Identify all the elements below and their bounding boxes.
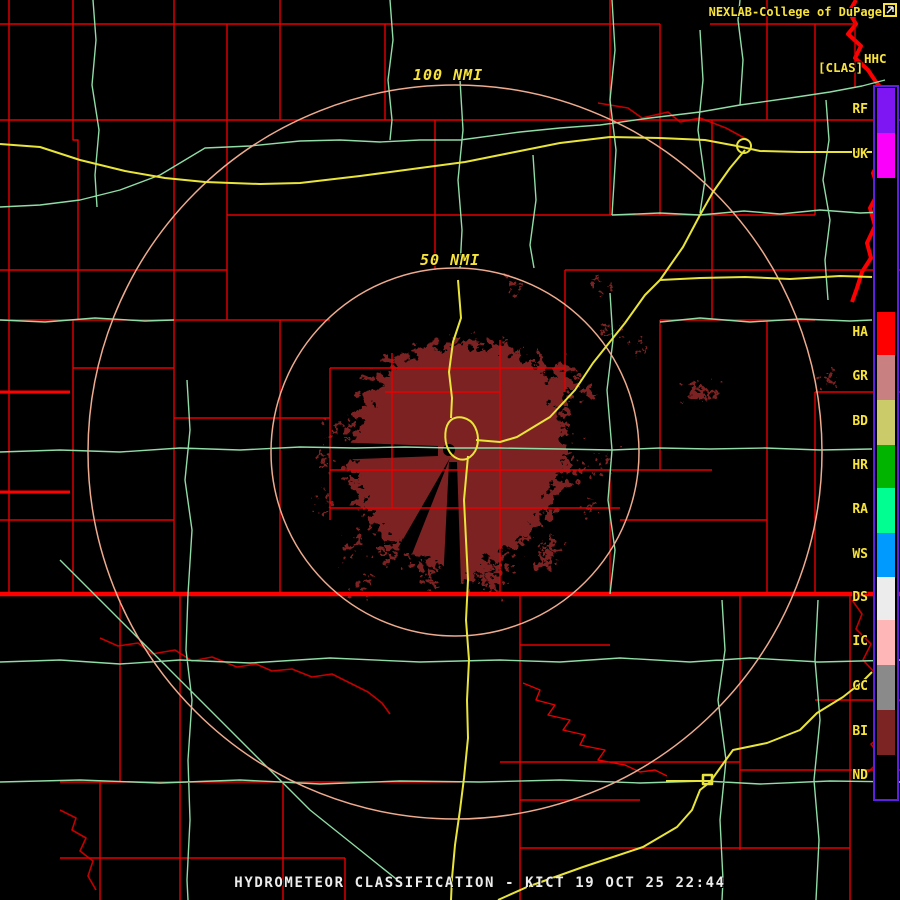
- legend-label-ha: HA: [852, 325, 868, 340]
- legend-swatch-nd: [877, 755, 895, 798]
- product-abbr-label: HHC: [864, 51, 887, 66]
- legend-label-ws: WS: [852, 547, 868, 562]
- legend-swatch-gc: [877, 665, 895, 710]
- legend-label-ra: RA: [852, 502, 868, 517]
- legend-label-uk: UK: [852, 147, 868, 162]
- county-thick-segments: [0, 390, 70, 494]
- radar-map-canvas: [0, 0, 900, 900]
- legend-swatch-ra: [877, 488, 895, 533]
- legend-swatch-ha: [877, 312, 895, 355]
- legend-label-rf: RF: [852, 102, 868, 117]
- legend-label-hr: HR: [852, 458, 868, 473]
- legend-swatch-ds: [877, 577, 895, 620]
- legend-swatch-hr: [877, 445, 895, 488]
- product-title-bar: HYDROMETEOR CLASSIFICATION - KICT 19 OCT…: [234, 875, 726, 891]
- product-tag-label: [CLAS]: [818, 60, 864, 75]
- legend-swatch-gap: [877, 178, 895, 312]
- brand-title: NEXLAB-College of DuPage: [708, 5, 882, 19]
- radar-echo-biological: [318, 279, 835, 590]
- legend-swatch-gr: [877, 355, 895, 400]
- legend-swatch-uk: [877, 133, 895, 178]
- legend-swatch-ws: [877, 533, 895, 577]
- legend-label-gc: GC: [852, 679, 868, 694]
- legend-label-ic: IC: [852, 634, 868, 649]
- legend-swatch-ic: [877, 620, 895, 665]
- legend-swatch-bd: [877, 400, 895, 445]
- highway-east-west: [0, 136, 872, 185]
- highway-branch-east: [659, 275, 873, 281]
- legend-swatch-rf: [877, 88, 895, 133]
- legend-label-ds: DS: [852, 590, 868, 605]
- radar-viewer-screen: NEXLAB-College of DuPage HHC [CLAS] 100 …: [0, 0, 900, 900]
- range-ring-label-50nmi: 50 NMI: [420, 251, 481, 269]
- cod-logo-icon: [883, 3, 897, 17]
- legend-label-nd: ND: [852, 768, 868, 783]
- legend-label-bd: BD: [852, 414, 868, 429]
- legend-label-gr: GR: [852, 369, 868, 384]
- legend-label-bi: BI: [852, 724, 868, 739]
- range-ring-label-100nmi: 100 NMI: [413, 66, 484, 84]
- legend-swatch-bi: [877, 710, 895, 755]
